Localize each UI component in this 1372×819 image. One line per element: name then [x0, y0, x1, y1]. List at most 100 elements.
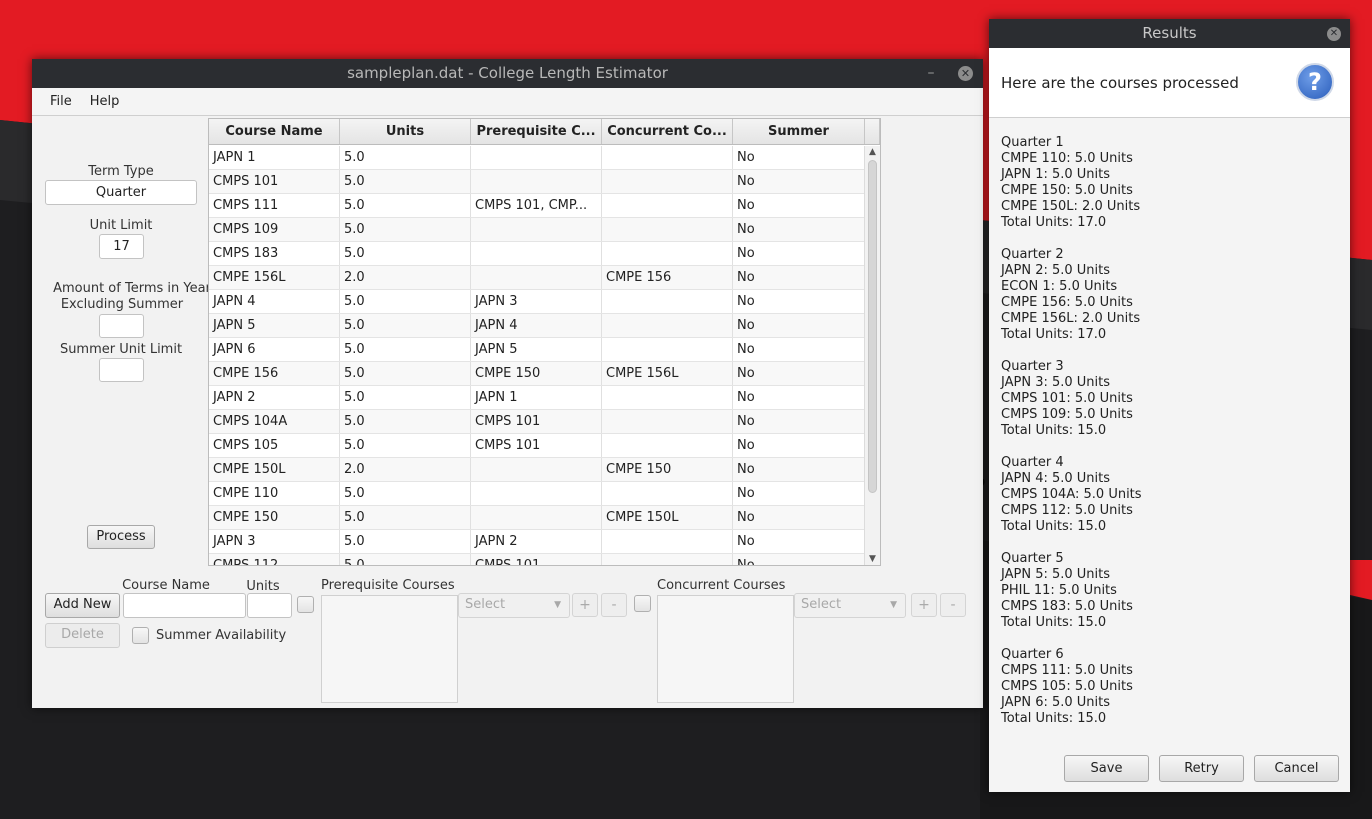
- cell-concurrent: [602, 386, 733, 409]
- minimize-icon[interactable]: –: [923, 59, 939, 88]
- menu-file[interactable]: File: [41, 94, 81, 109]
- table-row[interactable]: JAPN 3 5.0 JAPN 2 No: [209, 530, 865, 554]
- results-titlebar[interactable]: Results ✕: [989, 19, 1350, 48]
- units-input[interactable]: [247, 593, 292, 618]
- results-title: Results: [1142, 24, 1197, 42]
- cell-prerequisite: JAPN 3: [471, 290, 602, 313]
- cell-units: 5.0: [340, 434, 471, 457]
- cell-summer: No: [733, 530, 865, 553]
- cell-concurrent: [602, 530, 733, 553]
- table-row[interactable]: CMPS 111 5.0 CMPS 101, CMP... No: [209, 194, 865, 218]
- concurrent-courses-label: Concurrent Courses: [657, 578, 786, 593]
- concurrent-add-button[interactable]: +: [911, 593, 937, 617]
- table-row[interactable]: CMPE 110 5.0 No: [209, 482, 865, 506]
- table-row[interactable]: CMPS 101 5.0 No: [209, 170, 865, 194]
- prerequisite-add-button[interactable]: +: [572, 593, 598, 617]
- cell-course-name: JAPN 3: [209, 530, 340, 553]
- table-row[interactable]: JAPN 6 5.0 JAPN 5 No: [209, 338, 865, 362]
- prerequisite-select[interactable]: Select ▼: [458, 593, 570, 618]
- summer-unit-limit-label: Summer Unit Limit: [59, 342, 183, 357]
- term-type-field[interactable]: Quarter: [45, 180, 197, 205]
- save-button[interactable]: Save: [1064, 755, 1149, 782]
- cell-prerequisite: CMPE 150: [471, 362, 602, 385]
- table-row[interactable]: CMPS 105 5.0 CMPS 101 No: [209, 434, 865, 458]
- cell-summer: No: [733, 458, 865, 481]
- cell-summer: No: [733, 290, 865, 313]
- scroll-up-icon[interactable]: ▲: [869, 147, 876, 157]
- table-row[interactable]: CMPS 183 5.0 No: [209, 242, 865, 266]
- prerequisite-list[interactable]: [321, 595, 458, 703]
- quarter-heading: Quarter 2: [1001, 247, 1064, 262]
- table-row[interactable]: JAPN 1 5.0 No: [209, 146, 865, 170]
- main-titlebar[interactable]: sampleplan.dat - College Length Estimato…: [32, 59, 983, 88]
- concurrent-select-value: Select: [801, 597, 842, 612]
- column-units[interactable]: Units: [340, 119, 471, 144]
- concurrent-list[interactable]: [657, 595, 794, 703]
- table-row[interactable]: CMPE 156 5.0 CMPE 150 CMPE 156L No: [209, 362, 865, 386]
- cell-concurrent: [602, 242, 733, 265]
- quarter-line: JAPN 5: 5.0 Units: [1001, 567, 1111, 582]
- prerequisite-toggle-checkbox[interactable]: [297, 596, 314, 613]
- cell-units: 5.0: [340, 482, 471, 505]
- summer-availability-checkbox[interactable]: [132, 627, 149, 644]
- cell-course-name: CMPE 110: [209, 482, 340, 505]
- concurrent-remove-button[interactable]: -: [940, 593, 966, 617]
- cell-concurrent: CMPE 150: [602, 458, 733, 481]
- cell-summer: No: [733, 506, 865, 529]
- column-prerequisite[interactable]: Prerequisite C...: [471, 119, 602, 144]
- main-content: Term Type Quarter Unit Limit 17 Amount o…: [32, 117, 983, 708]
- quarter-line: CMPS 111: 5.0 Units: [1001, 663, 1133, 678]
- column-concurrent[interactable]: Concurrent Co...: [602, 119, 733, 144]
- column-course-name[interactable]: Course Name: [209, 119, 340, 144]
- quarter-line: CMPE 150L: 2.0 Units: [1001, 199, 1141, 214]
- quarter-line: CMPS 183: 5.0 Units: [1001, 599, 1133, 614]
- quarter-heading: Quarter 3: [1001, 359, 1064, 374]
- table-row[interactable]: JAPN 2 5.0 JAPN 1 No: [209, 386, 865, 410]
- summer-unit-limit-field[interactable]: [99, 358, 144, 382]
- course-name-input[interactable]: [123, 593, 246, 618]
- process-button[interactable]: Process: [87, 525, 155, 549]
- table-row[interactable]: CMPS 1125.0CMPS 101 No: [209, 554, 865, 565]
- quarter-block: Quarter 1 CMPE 110: 5.0 Units JAPN 1: 5.0 …: [1001, 135, 1341, 231]
- cell-concurrent: [602, 218, 733, 241]
- close-icon[interactable]: ✕: [958, 66, 973, 81]
- scroll-down-icon[interactable]: ▼: [869, 554, 876, 564]
- table-row[interactable]: CMPE 156L 2.0 CMPE 156 No: [209, 266, 865, 290]
- delete-button[interactable]: Delete: [45, 623, 120, 648]
- table-row[interactable]: JAPN 4 5.0 JAPN 3 No: [209, 290, 865, 314]
- add-new-button[interactable]: Add New: [45, 593, 120, 618]
- quarter-line: PHIL 11: 5.0 Units: [1001, 583, 1117, 598]
- table-body: JAPN 1 5.0 No CMPS 101 5.0 No CMPS 111 5.0 CMPS …: [209, 146, 865, 565]
- cell-prerequisite: [471, 146, 602, 169]
- concurrent-toggle-checkbox[interactable]: [634, 595, 651, 612]
- table-row[interactable]: CMPE 150L 2.0 CMPE 150 No: [209, 458, 865, 482]
- unit-limit-field[interactable]: 17: [99, 234, 144, 259]
- concurrent-select[interactable]: Select ▼: [794, 593, 906, 618]
- cell-prerequisite: JAPN 4: [471, 314, 602, 337]
- cell-course-name: CMPE 156: [209, 362, 340, 385]
- retry-button[interactable]: Retry: [1159, 755, 1244, 782]
- table-row[interactable]: CMPE 150 5.0 CMPE 150L No: [209, 506, 865, 530]
- close-icon[interactable]: ✕: [1327, 27, 1341, 41]
- column-filler: [865, 119, 880, 144]
- table-scrollbar[interactable]: ▲ ▼: [864, 146, 880, 565]
- terms-field[interactable]: [99, 314, 144, 338]
- table-row[interactable]: CMPS 104A 5.0 CMPS 101 No: [209, 410, 865, 434]
- quarter-line: Total Units: 15.0: [1001, 519, 1107, 534]
- cell-units: 2.0: [340, 458, 471, 481]
- table-row[interactable]: JAPN 5 5.0 JAPN 4 No: [209, 314, 865, 338]
- quarter-line: Total Units: 17.0: [1001, 215, 1107, 230]
- cell-units: 5.0: [340, 530, 471, 553]
- cell-summer: No: [733, 434, 865, 457]
- prerequisite-remove-button[interactable]: -: [601, 593, 627, 617]
- table-row[interactable]: CMPS 109 5.0 No: [209, 218, 865, 242]
- help-icon: ?: [1296, 63, 1334, 101]
- terms-label-line2: Excluding Summer: [60, 297, 184, 312]
- cell-units: 5.0: [340, 554, 471, 565]
- cell-prerequisite: JAPN 5: [471, 338, 602, 361]
- cancel-button[interactable]: Cancel: [1254, 755, 1339, 782]
- scrollbar-thumb[interactable]: [868, 160, 877, 493]
- menu-help[interactable]: Help: [81, 94, 129, 109]
- column-summer[interactable]: Summer: [733, 119, 865, 144]
- cell-prerequisite: [471, 266, 602, 289]
